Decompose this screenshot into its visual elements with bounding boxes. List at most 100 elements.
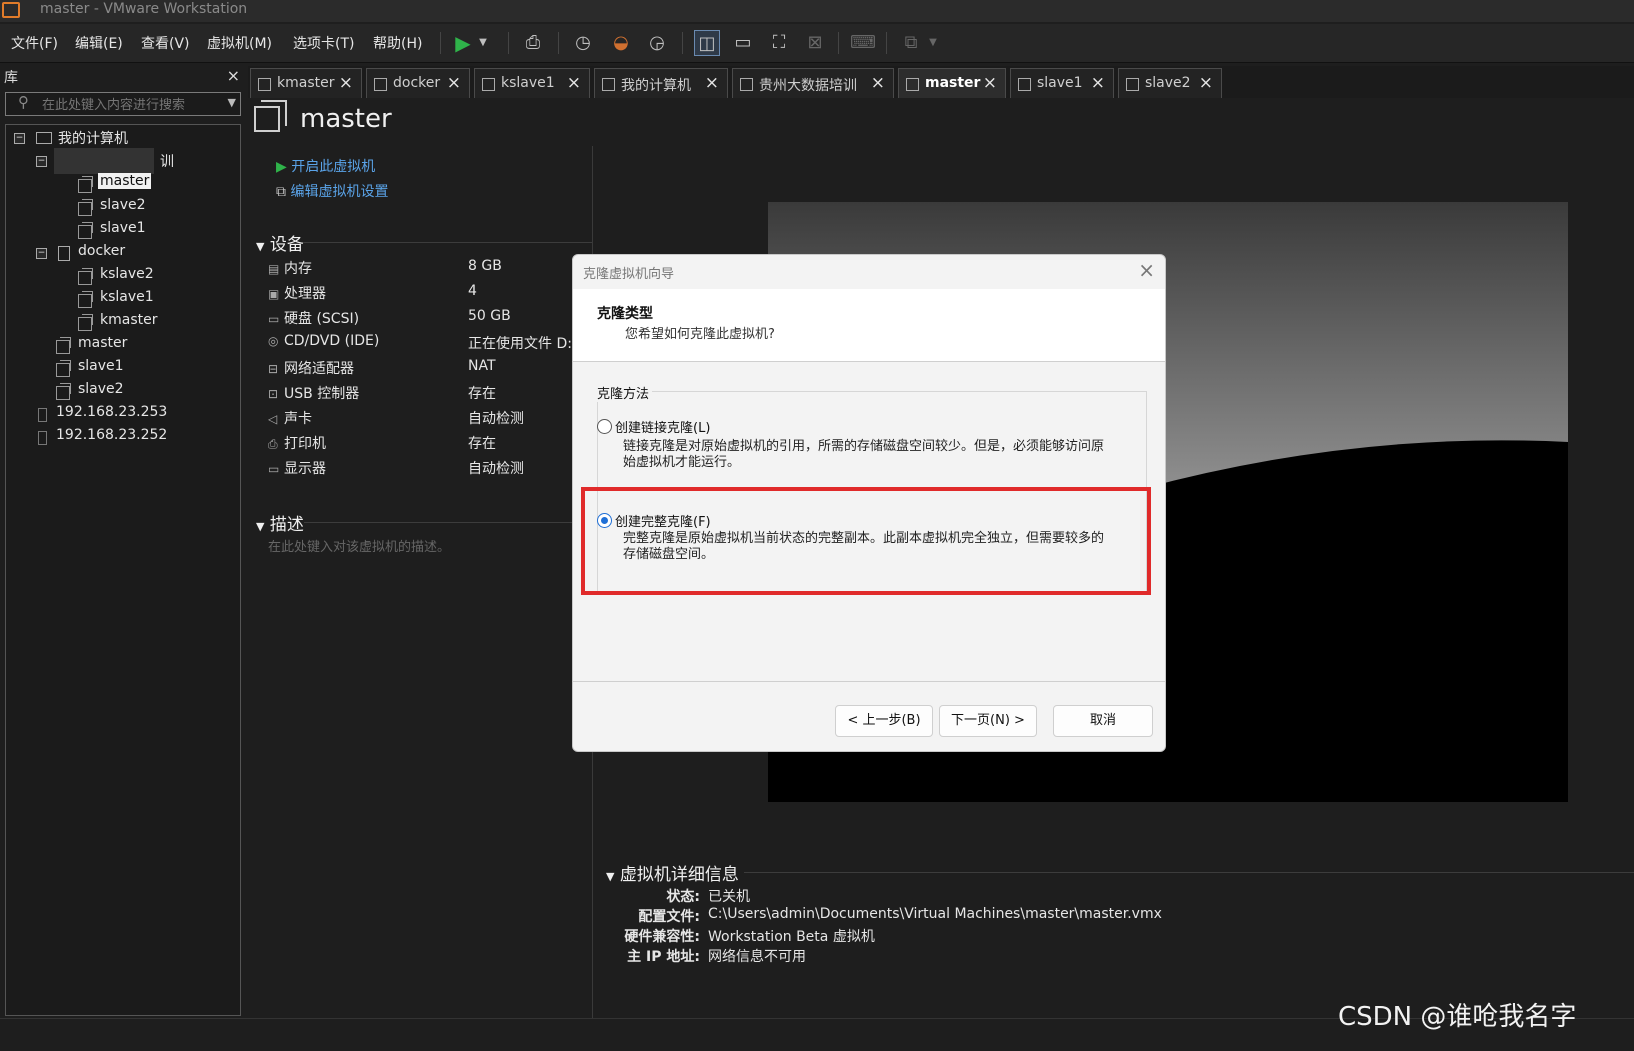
folder-icon [740, 78, 753, 91]
tab-label: slave2 [1145, 75, 1191, 91]
edit-settings-link[interactable]: ⧉ 编辑虚拟机设置 [276, 181, 388, 201]
section-divider [744, 872, 1634, 873]
folder-icon [374, 78, 387, 91]
tab-guizhou-bigdata[interactable]: 贵州大数据培训 × [732, 68, 894, 98]
tab-label: docker [393, 75, 441, 91]
device-cd[interactable]: ◎ CD/DVD (IDE) [268, 333, 379, 349]
detail-value: Workstation Beta 虚拟机 [708, 929, 875, 945]
menu-view[interactable]: 查看(V) [141, 33, 190, 53]
tab-slave2[interactable]: slave2 × [1118, 68, 1222, 98]
tree-label: master [78, 335, 128, 351]
next-button[interactable]: 下一页(N) > [939, 705, 1037, 737]
device-sound[interactable]: ◁ 声卡 [268, 408, 312, 428]
snapshot-manager-icon[interactable]: ◶ [644, 30, 670, 56]
vm-name-title: master [300, 104, 392, 134]
description-title-text: 描述 [269, 515, 304, 535]
fullscreen-icon[interactable]: ⛶ [766, 30, 792, 56]
device-memory[interactable]: ▤ 内存 [268, 258, 312, 278]
tree-label: slave2 [78, 381, 124, 397]
library-search[interactable]: ⚲ ▼ [5, 92, 241, 116]
vm-icon [56, 383, 71, 400]
library-search-input[interactable] [40, 94, 214, 116]
menu-file[interactable]: 文件(F) [11, 33, 58, 53]
close-icon[interactable]: × [567, 73, 581, 93]
snapshot-icon[interactable]: ◷ [570, 30, 596, 56]
show-library-icon[interactable]: ◫ [694, 30, 720, 56]
tab-label: kslave1 [501, 75, 555, 91]
collapse-icon[interactable]: − [36, 156, 47, 167]
search-dropdown-icon[interactable]: ▼ [228, 96, 236, 109]
tab-my-computer[interactable]: 我的计算机 × [594, 68, 728, 98]
device-display[interactable]: ▭ 显示器 [268, 458, 326, 478]
menu-help[interactable]: 帮助(H) [373, 33, 422, 53]
details-section-title[interactable]: ▼ 虚拟机详细信息 [606, 860, 739, 885]
description-placeholder[interactable]: 在此处键入对该虚拟机的描述。 [268, 536, 450, 555]
stretch-icon[interactable]: ⧉ [898, 30, 924, 56]
edit-settings-label: 编辑虚拟机设置 [290, 184, 389, 200]
power-dropdown-icon[interactable]: ▼ [476, 30, 490, 56]
device-usb[interactable]: ⊡ USB 控制器 [268, 383, 359, 403]
close-icon[interactable]: × [1199, 73, 1213, 93]
tab-slave1[interactable]: slave1 × [1010, 68, 1114, 98]
clone-wizard-dialog: 克隆虚拟机向导 × 克隆类型 您希望如何克隆此虚拟机? 克隆方法 创建链接克隆(… [572, 254, 1166, 752]
tab-kmaster[interactable]: kmaster × [250, 68, 362, 98]
device-network[interactable]: ⊟ 网络适配器 [268, 358, 354, 378]
dialog-header: 克隆类型 您希望如何克隆此虚拟机? [573, 289, 1165, 362]
close-icon[interactable]: × [871, 73, 885, 93]
close-icon[interactable]: × [983, 73, 997, 93]
collapse-icon[interactable]: − [14, 133, 25, 144]
close-icon[interactable]: × [339, 73, 353, 93]
linked-clone-label[interactable]: 创建链接克隆(L) [615, 417, 710, 436]
tab-master[interactable]: master × [898, 68, 1006, 98]
menu-tabs[interactable]: 选项卡(T) [293, 33, 354, 53]
console-icon[interactable]: ⌨ [850, 30, 876, 56]
folder-icon [58, 246, 70, 261]
device-name: 处理器 [284, 286, 326, 302]
vm-icon [78, 222, 93, 239]
cancel-button[interactable]: 取消 [1053, 705, 1153, 737]
vm-icon [56, 337, 71, 354]
radio-linked-clone[interactable] [597, 419, 612, 434]
tab-label: master [925, 75, 981, 91]
device-cpu[interactable]: ▣ 处理器 [268, 283, 326, 303]
device-value: 自动检测 [468, 461, 524, 477]
power-on-icon[interactable]: ▶ [450, 30, 476, 56]
close-icon[interactable]: × [705, 73, 719, 93]
host-icon [38, 408, 47, 422]
send-keys-icon[interactable]: ⎙ [520, 30, 546, 56]
back-button[interactable]: < 上一步(B) [835, 705, 933, 737]
menu-vm[interactable]: 虚拟机(M) [207, 33, 272, 53]
toolbar-separator [838, 32, 839, 54]
thumbnail-bar-icon[interactable]: ▭ [730, 30, 756, 56]
stretch-dropdown-icon[interactable]: ▼ [926, 30, 940, 56]
tab-label: 贵州大数据培训 [759, 78, 857, 94]
detail-label: 硬件兼容性: [624, 929, 700, 945]
device-disk[interactable]: ▭ 硬盘 (SCSI) [268, 308, 359, 328]
collapse-icon[interactable]: − [36, 248, 47, 259]
dialog-title: 克隆虚拟机向导 [583, 267, 675, 282]
close-icon[interactable]: × [447, 73, 461, 93]
tree-label: 训 [160, 154, 174, 170]
unity-icon[interactable]: ⊠ [802, 30, 828, 56]
device-name: CD/DVD (IDE) [284, 333, 380, 349]
toolbar-separator [886, 32, 887, 54]
library-close-icon[interactable]: × [227, 66, 240, 85]
tree-label: docker [78, 243, 126, 259]
tree-label: kslave2 [100, 266, 154, 282]
tab-kslave1[interactable]: kslave1 × [474, 68, 590, 98]
power-on-link[interactable]: ▶ 开启此虚拟机 [276, 156, 375, 176]
device-value: 8 GB [468, 258, 502, 274]
vm-icon [78, 199, 93, 216]
library-header: 库 × [0, 64, 244, 88]
devices-section-title[interactable]: ▼ 设备 [256, 230, 304, 255]
menu-edit[interactable]: 编辑(E) [75, 33, 123, 53]
close-icon[interactable]: × [1091, 73, 1105, 93]
tree-label: 192.168.23.253 [56, 404, 168, 420]
device-printer[interactable]: ⎙ 打印机 [268, 433, 326, 453]
play-icon: ▶ [276, 159, 287, 175]
close-icon[interactable]: × [1138, 258, 1155, 282]
revert-snapshot-icon[interactable]: ◒ [608, 30, 634, 56]
tab-docker[interactable]: docker × [366, 68, 470, 98]
description-section-title[interactable]: ▼ 描述 [256, 510, 304, 535]
device-name: 硬盘 (SCSI) [284, 311, 360, 327]
